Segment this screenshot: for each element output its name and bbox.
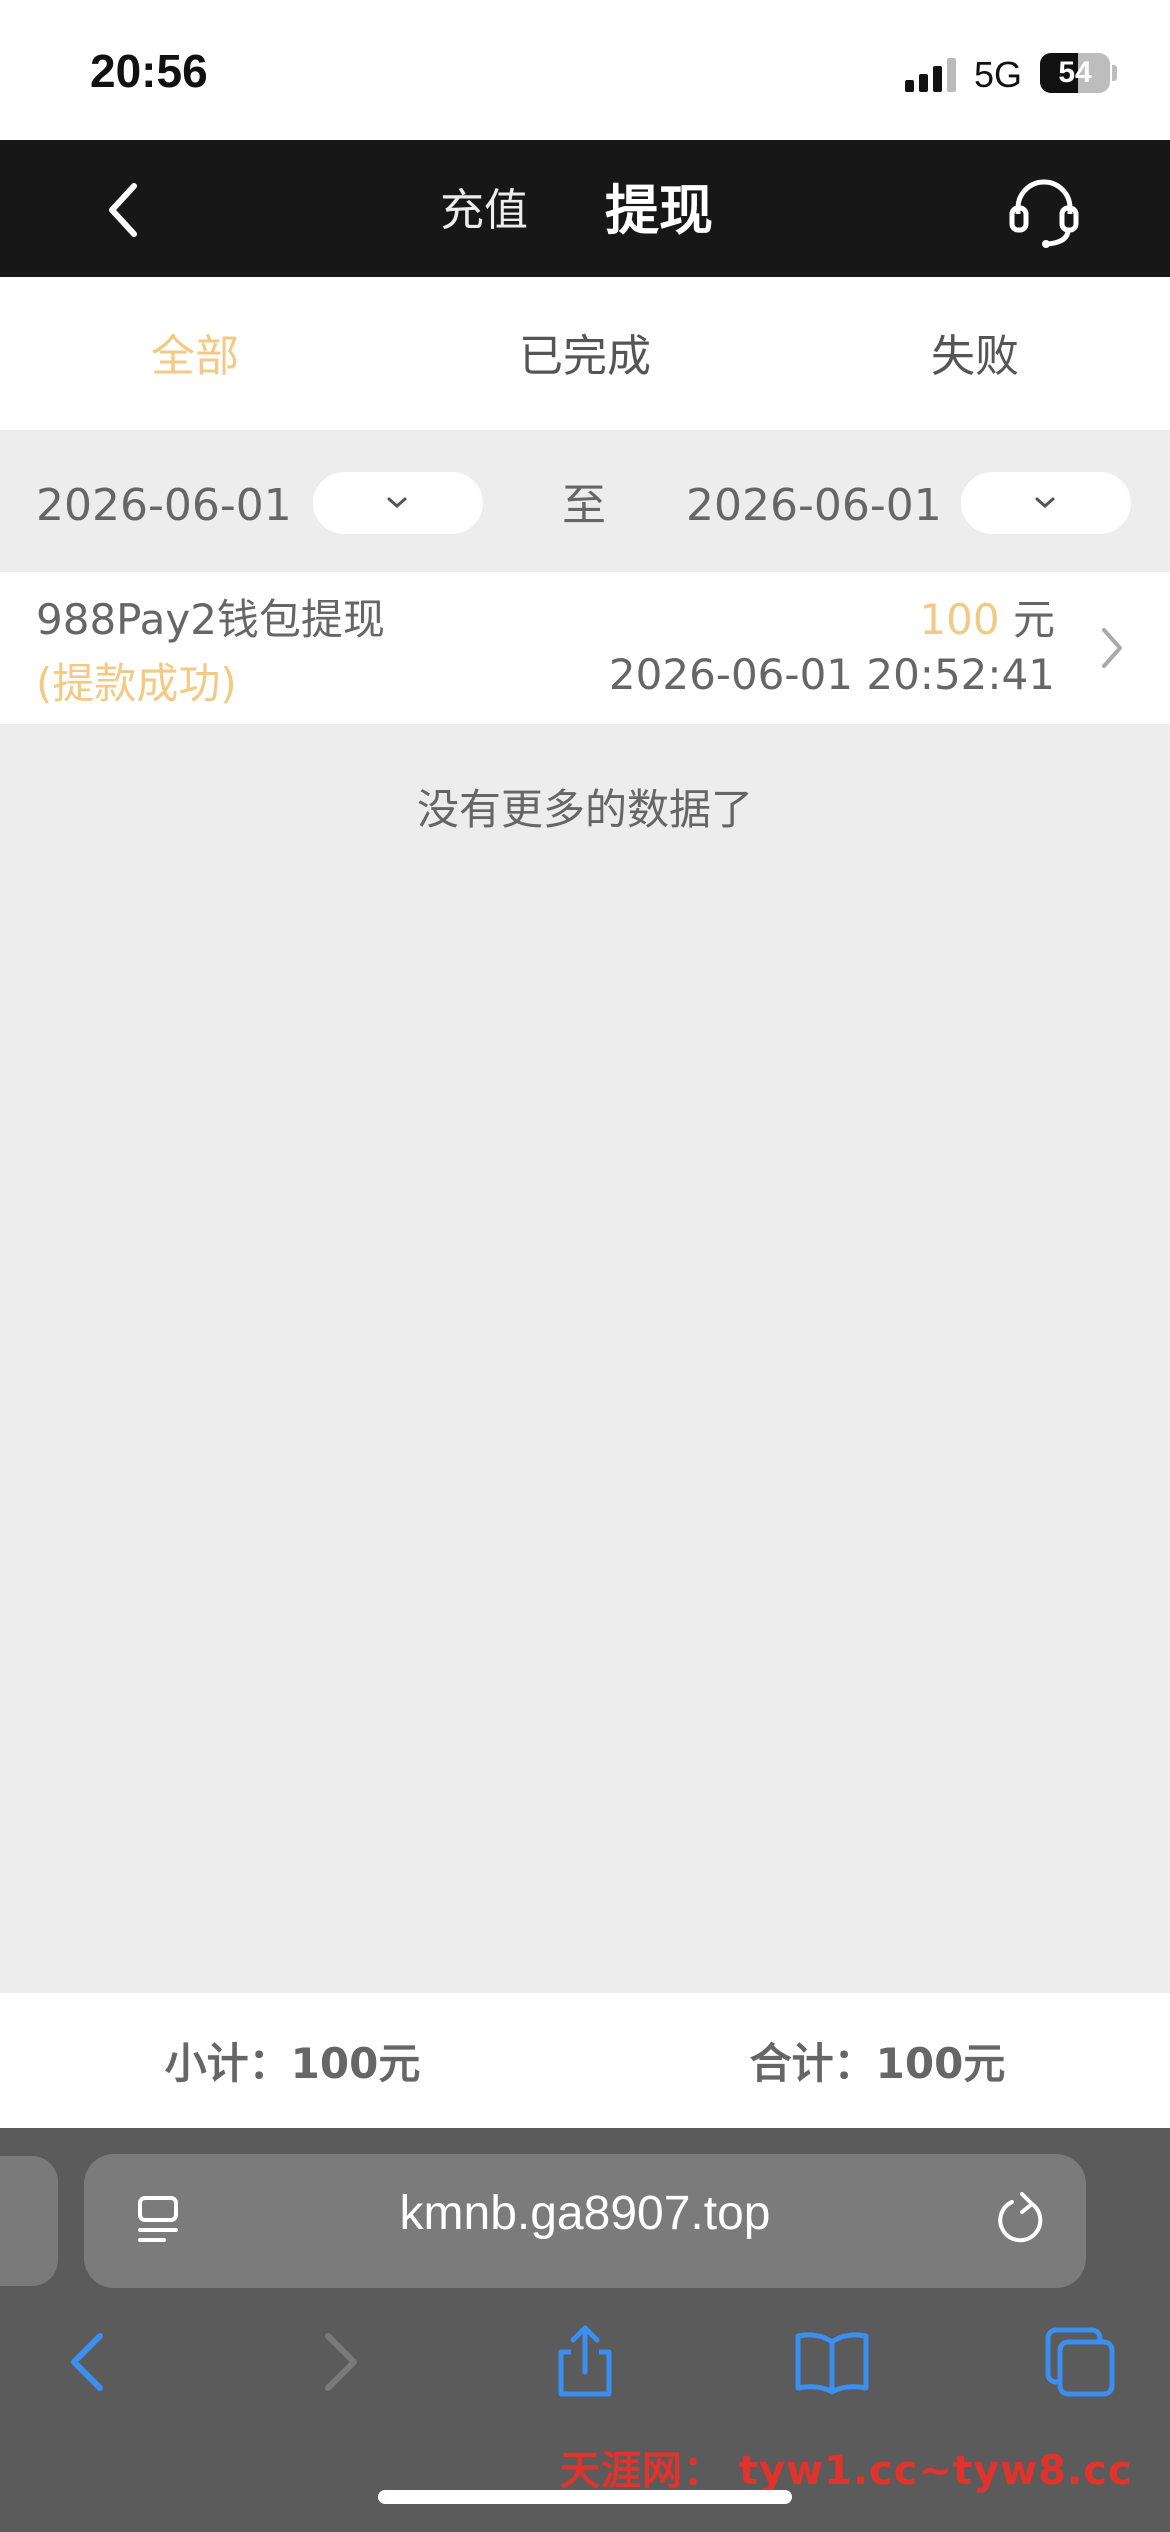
- date-separator: 至: [562, 480, 606, 531]
- battery-icon: 54: [1040, 53, 1110, 93]
- chevron-down-icon: [1035, 497, 1055, 508]
- tabs-icon[interactable]: [1040, 2322, 1120, 2402]
- record-title: 988Pay2钱包提现: [36, 595, 385, 644]
- customer-service-icon[interactable]: [1006, 172, 1082, 248]
- record-amount-unit: 元: [1012, 595, 1055, 644]
- tab-withdraw[interactable]: 提现: [605, 176, 713, 246]
- share-icon[interactable]: [545, 2322, 625, 2402]
- start-date-select[interactable]: [313, 472, 483, 534]
- battery-tip: [1112, 65, 1117, 81]
- chevron-down-icon: [387, 497, 407, 508]
- start-date: 2026-06-01: [36, 480, 292, 531]
- browser-forward-icon[interactable]: [300, 2322, 380, 2402]
- watermark-text: 天涯网： tyw1.cc~tyw8.cc: [560, 2448, 1133, 2494]
- tab-recharge[interactable]: 充值: [440, 176, 528, 246]
- filter-tab-failed[interactable]: 失败: [780, 322, 1170, 392]
- filter-tab-completed[interactable]: 已完成: [390, 322, 780, 392]
- home-indicator: [378, 2490, 792, 2504]
- no-more-data: 没有更多的数据了: [416, 785, 753, 834]
- network-type: 5G: [974, 54, 1023, 95]
- filter-tab-all[interactable]: 全部: [0, 322, 390, 392]
- reload-icon[interactable]: [992, 2190, 1046, 2248]
- app-header: [0, 140, 1170, 277]
- url-text[interactable]: kmnb.ga8907.top: [84, 2186, 1086, 2241]
- end-date-select[interactable]: [961, 472, 1131, 534]
- end-date: 2026-06-01: [686, 480, 942, 531]
- bookmarks-icon[interactable]: [792, 2322, 872, 2402]
- back-icon[interactable]: [96, 170, 156, 250]
- total: 合计：100元: [749, 2039, 1006, 2088]
- browser-back-icon[interactable]: [48, 2322, 128, 2402]
- subtotal: 小计：100元: [164, 2039, 421, 2088]
- previous-tab-preview[interactable]: [0, 2156, 58, 2286]
- record-time: 2026-06-01 20:52:41: [608, 650, 1055, 699]
- status-time: 20:56: [90, 45, 208, 97]
- chevron-right-icon[interactable]: [1096, 622, 1128, 674]
- battery-level: 54: [1058, 56, 1092, 89]
- record-amount: 100 元: [919, 586, 1055, 647]
- record-amount-value: 100: [919, 595, 1000, 644]
- record-status: (提款成功): [36, 659, 237, 708]
- signal-icon: [905, 58, 956, 92]
